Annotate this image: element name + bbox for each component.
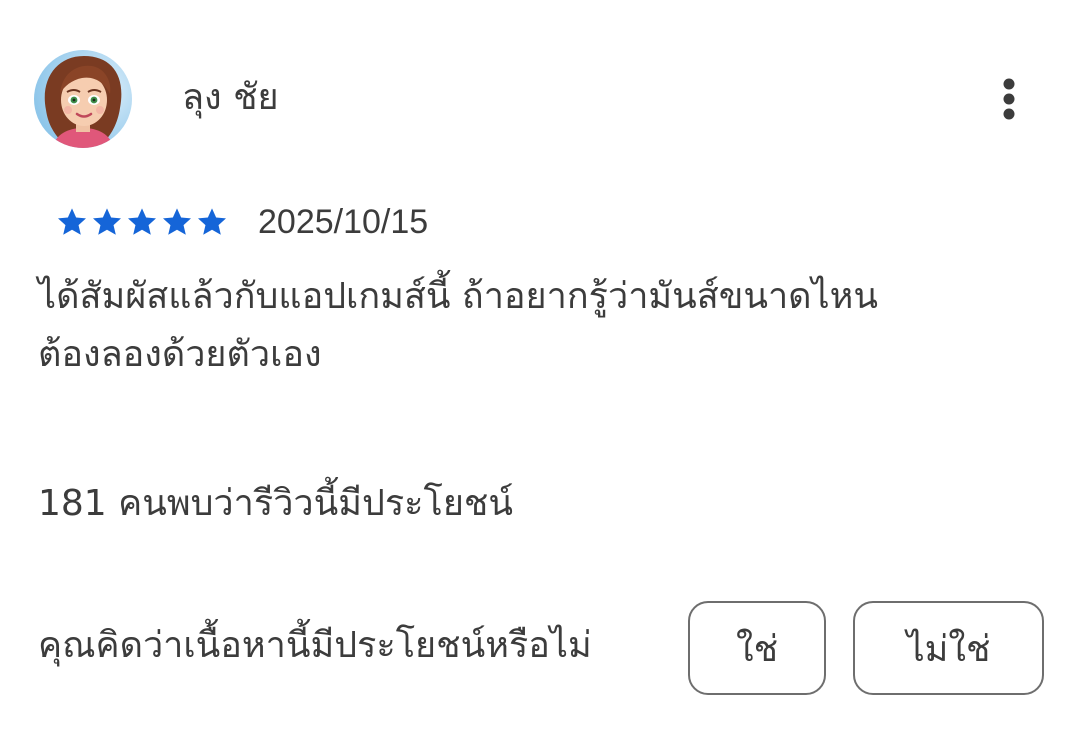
reviewer-avatar	[34, 50, 132, 148]
star-icon	[163, 208, 191, 235]
helpful-no-button[interactable]: ไม่ใช่	[853, 601, 1044, 695]
star-icon	[93, 208, 121, 235]
star-icon	[128, 208, 156, 235]
review-text-line: ต้องลองด้วยตัวเอง	[38, 334, 322, 375]
review-text-line: ได้สัมผัสแล้วกับแอปเกมส์นี้ ถ้าอยากรู้ว่…	[38, 276, 878, 317]
more-options-button[interactable]	[984, 70, 1034, 128]
star-icon	[58, 208, 86, 235]
helpful-yes-button[interactable]: ใช่	[688, 601, 826, 695]
user-avatar-icon	[34, 50, 132, 148]
more-vertical-icon	[1003, 78, 1015, 120]
star-rating	[56, 204, 231, 240]
review-text: ได้สัมผัสแล้วกับแอปเกมส์นี้ ถ้าอยากรู้ว่…	[38, 268, 1038, 384]
reviewer-name: ลุง ชัย	[182, 77, 279, 118]
review-date: 2025/10/15	[258, 203, 429, 241]
helpful-question: คุณคิดว่าเนื้อหานี้มีประโยชน์หรือไม่	[38, 625, 592, 666]
star-icon	[198, 208, 226, 235]
helpful-count: 181 คนพบว่ารีวิวนี้มีประโยชน์	[38, 483, 513, 524]
